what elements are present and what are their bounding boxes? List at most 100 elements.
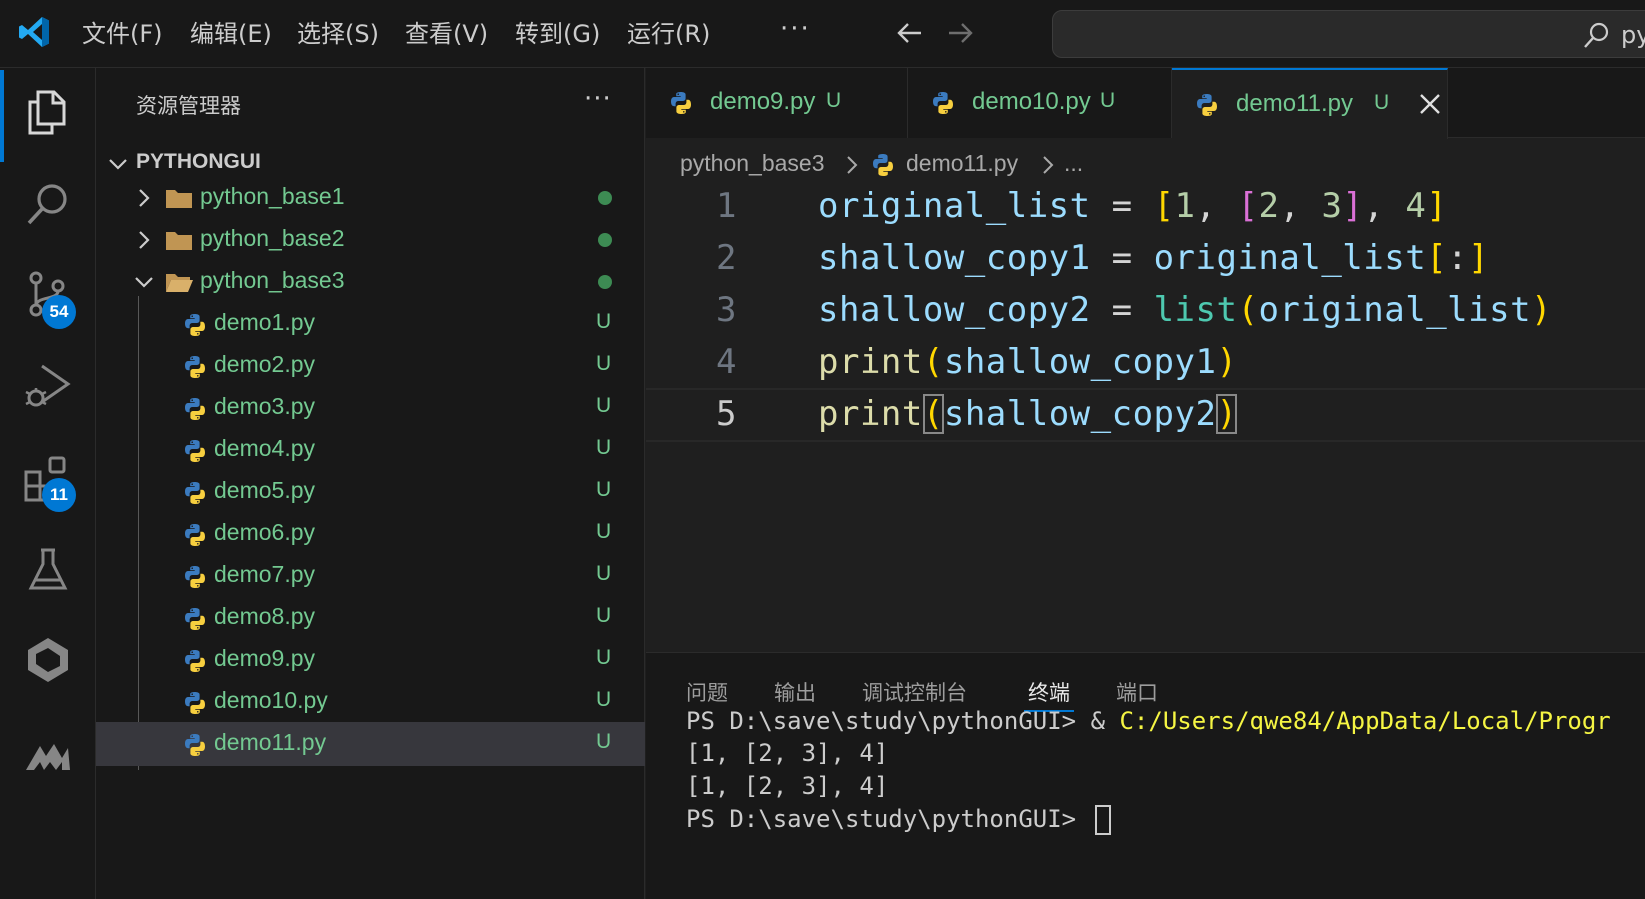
line-number: 4 xyxy=(716,342,737,382)
file-git-status: U xyxy=(596,436,612,459)
file-row[interactable]: demo5.py U xyxy=(96,470,645,514)
python-file-icon xyxy=(185,314,205,336)
file-git-status: U xyxy=(596,604,612,627)
editor-tabs: demo9.py U demo10.py U demo11.py U xyxy=(646,68,1645,139)
search-icon xyxy=(1584,22,1609,48)
panel-tab-output[interactable]: 输出 xyxy=(774,677,816,707)
menu-edit[interactable]: 编辑(E) xyxy=(190,18,272,50)
remote-extension-icon[interactable] xyxy=(22,634,74,686)
python-file-icon xyxy=(185,440,205,462)
file-row[interactable]: demo7.py U xyxy=(96,554,645,598)
code-text: shallow_copy2 = list(original_list) xyxy=(818,290,1553,330)
command-center-search[interactable]: py xyxy=(1052,10,1645,58)
code-line[interactable]: 1 original_list = [1, [2, 3], 4] xyxy=(646,182,1645,236)
file-label: demo9.py xyxy=(214,645,316,671)
active-indicator xyxy=(0,70,4,162)
python-file-icon xyxy=(185,608,205,630)
menu-file[interactable]: 文件(F) xyxy=(82,18,163,50)
menu-more-button[interactable]: ··· xyxy=(780,14,811,44)
file-label: demo3.py xyxy=(214,393,316,419)
tab-status: U xyxy=(1374,91,1390,114)
python-file-icon xyxy=(671,92,691,114)
back-arrow-icon[interactable] xyxy=(895,18,925,48)
tab-status: U xyxy=(1100,89,1116,112)
file-row[interactable]: demo2.py U xyxy=(96,344,645,388)
search-icon[interactable] xyxy=(22,178,74,230)
explorer-sidebar: 资源管理器 ··· PYTHONGUI python_base1 python_… xyxy=(96,68,645,899)
chevron-down-icon xyxy=(135,277,153,288)
menu-go[interactable]: 转到(G) xyxy=(515,18,600,50)
file-label: demo10.py xyxy=(214,687,328,713)
tab-label: demo9.py xyxy=(710,88,816,115)
panel-tab-ports[interactable]: 端口 xyxy=(1116,677,1158,707)
folder-label: python_base2 xyxy=(200,225,345,251)
folder-modified-dot xyxy=(598,191,612,205)
terminal-line[interactable]: PS D:\save\study\pythonGUI> & C:/Users/q… xyxy=(686,707,1611,735)
tab-demo10[interactable]: demo10.py U xyxy=(908,68,1172,138)
file-row[interactable]: demo10.py U xyxy=(96,680,645,724)
panel-tab-terminal[interactable]: 终端 xyxy=(1028,677,1070,707)
run-debug-icon[interactable] xyxy=(22,360,74,412)
close-icon[interactable] xyxy=(1416,90,1444,118)
code-text: print(shallow_copy2) xyxy=(818,394,1238,434)
file-label: demo1.py xyxy=(214,309,316,335)
explorer-icon[interactable] xyxy=(22,86,74,138)
code-line[interactable]: 3 shallow_copy2 = list(original_list) xyxy=(646,286,1645,340)
menu-run[interactable]: 运行(R) xyxy=(627,18,710,50)
python-file-icon xyxy=(933,92,953,114)
file-row[interactable]: demo9.py U xyxy=(96,638,645,682)
terminal-output: [1, [2, 3], 4] xyxy=(686,772,889,800)
bottom-panel: 问题 输出 调试控制台 终端 端口 PS D:\save\study\pytho… xyxy=(646,652,1645,899)
chevron-right-icon xyxy=(139,231,150,249)
code-line[interactable]: 4 print(shallow_copy1) xyxy=(646,338,1645,392)
python-file-icon xyxy=(185,482,205,504)
explorer-more-button[interactable]: ··· xyxy=(584,84,612,114)
file-row[interactable]: demo11.py U xyxy=(96,722,645,766)
folder-python-base3[interactable]: python_base3 xyxy=(96,260,645,304)
file-label: demo11.py xyxy=(214,729,327,755)
file-git-status: U xyxy=(596,352,612,375)
chevron-right-icon xyxy=(847,156,858,174)
current-code-line[interactable]: 5 print(shallow_copy2) xyxy=(646,388,1645,442)
python-file-icon xyxy=(873,154,893,176)
breadcrumb-folder[interactable]: python_base3 xyxy=(680,150,825,177)
file-row[interactable]: demo3.py U xyxy=(96,386,645,430)
folder-modified-dot xyxy=(598,275,612,289)
folder-icon xyxy=(166,232,192,250)
forward-arrow-icon[interactable] xyxy=(945,18,975,48)
tab-demo11[interactable]: demo11.py U xyxy=(1172,68,1448,139)
folder-python-base2[interactable]: python_base2 xyxy=(96,218,645,262)
chevron-down-icon xyxy=(109,159,127,170)
folder-label: python_base1 xyxy=(200,183,345,209)
file-row[interactable]: demo6.py U xyxy=(96,512,645,556)
file-label: demo8.py xyxy=(214,603,316,629)
code-text: print(shallow_copy1) xyxy=(818,342,1238,382)
breadcrumb-more[interactable]: ... xyxy=(1064,150,1083,177)
menu-selection[interactable]: 选择(S) xyxy=(297,18,379,50)
vscode-logo-icon[interactable] xyxy=(16,14,52,50)
menu-view[interactable]: 查看(V) xyxy=(405,18,488,50)
file-row[interactable]: demo8.py U xyxy=(96,596,645,640)
marscode-icon[interactable] xyxy=(22,728,74,780)
tab-demo9[interactable]: demo9.py U xyxy=(646,68,908,138)
panel-tab-problems[interactable]: 问题 xyxy=(686,677,728,707)
line-number: 5 xyxy=(716,394,737,434)
search-text: py xyxy=(1621,21,1645,49)
folder-label: python_base3 xyxy=(200,267,345,293)
code-editor[interactable]: 1 original_list = [1, [2, 3], 4] 2 shall… xyxy=(646,182,1645,652)
python-file-icon xyxy=(185,398,205,420)
python-file-icon xyxy=(185,650,205,672)
file-git-status: U xyxy=(596,310,612,333)
explorer-title: 资源管理器 xyxy=(136,94,241,118)
code-line[interactable]: 2 shallow_copy1 = original_list[:] xyxy=(646,234,1645,288)
testing-flask-icon[interactable] xyxy=(22,544,74,596)
file-row[interactable]: demo1.py U xyxy=(96,302,645,346)
breadcrumb-file[interactable]: demo11.py xyxy=(906,150,1018,177)
title-bar: 文件(F) 编辑(E) 选择(S) 查看(V) 转到(G) 运行(R) ··· … xyxy=(0,0,1645,68)
panel-tab-debug-console[interactable]: 调试控制台 xyxy=(862,677,967,707)
file-label: demo4.py xyxy=(214,435,316,461)
folder-python-base1[interactable]: python_base1 xyxy=(96,176,645,220)
activity-bar: 54 11 xyxy=(0,68,96,899)
file-row[interactable]: demo4.py U xyxy=(96,428,645,472)
terminal-line[interactable]: PS D:\save\study\pythonGUI> xyxy=(686,805,1111,835)
